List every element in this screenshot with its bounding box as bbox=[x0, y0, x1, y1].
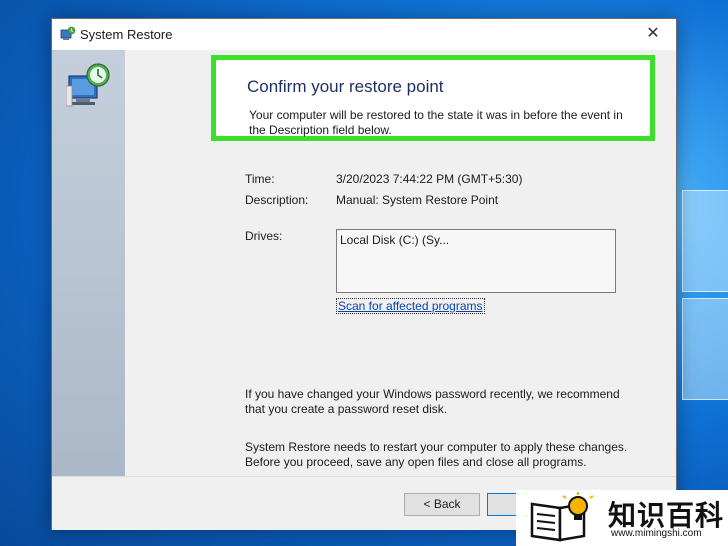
restart-note: System Restore needs to restart your com… bbox=[245, 440, 628, 469]
windows-logo bbox=[676, 190, 728, 400]
system-restore-icon bbox=[66, 63, 110, 107]
close-icon: ✕ bbox=[646, 25, 660, 42]
system-restore-icon bbox=[60, 26, 76, 40]
window-title: System Restore bbox=[80, 27, 173, 42]
watermark-url: www.mimingshi.com bbox=[611, 528, 702, 539]
left-banner-panel bbox=[52, 50, 125, 476]
drives-label: Drives: bbox=[245, 229, 283, 243]
description-value: Manual: System Restore Point bbox=[336, 193, 499, 207]
system-restore-dialog: System Restore ✕ Confirm your restore po… bbox=[51, 18, 677, 530]
book-lightbulb-icon bbox=[530, 492, 594, 542]
password-note: If you have changed your Windows passwor… bbox=[245, 387, 620, 416]
watermark: 知识百科 www.mimingshi.com bbox=[516, 490, 728, 546]
description-label: Description: bbox=[245, 193, 309, 207]
close-button[interactable]: ✕ bbox=[630, 19, 676, 50]
scan-affected-programs-link[interactable]: Scan for affected programs bbox=[336, 298, 485, 314]
title-bar[interactable]: System Restore ✕ bbox=[52, 19, 676, 50]
windows-logo-pane bbox=[682, 298, 728, 400]
back-button[interactable]: < Back bbox=[404, 493, 480, 516]
list-item[interactable]: Local Disk (C:) (Sy... bbox=[340, 233, 449, 247]
windows-logo-pane bbox=[682, 190, 728, 292]
time-value: 3/20/2023 7:44:22 PM (GMT+5:30) bbox=[336, 172, 523, 186]
page-title: Confirm your restore point bbox=[247, 77, 444, 96]
content-area: Confirm your restore point Your computer… bbox=[125, 50, 676, 476]
drives-list[interactable]: Local Disk (C:) (Sy... bbox=[336, 229, 616, 293]
intro-text: Your computer will be restored to the st… bbox=[249, 108, 623, 137]
time-label: Time: bbox=[245, 172, 275, 186]
